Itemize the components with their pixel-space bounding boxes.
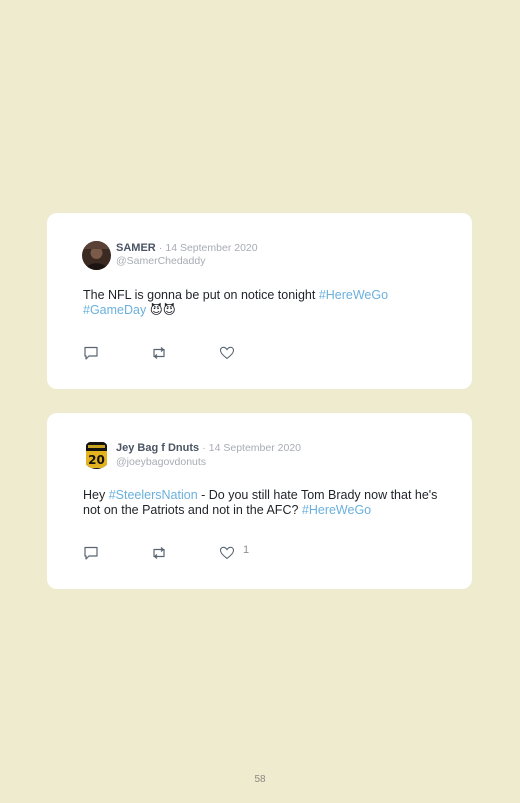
author-name[interactable]: SAMER [116,242,156,254]
tweet-text: The NFL is gonna be put on notice tonigh… [83,288,453,318]
like-icon[interactable] [219,545,235,561]
reply-icon[interactable] [83,545,99,561]
like-count: 1 [243,544,250,556]
avatar[interactable]: 20 [82,440,111,469]
page-number: 58 [254,774,266,785]
tweet-card: 20 Jey Bag f Dnuts · 14 September 2020 @… [47,413,472,589]
author-line: Jey Bag f Dnuts · 14 September 2020 [116,442,301,454]
hashtag-link[interactable]: #HereWeGo [319,288,388,302]
reply-icon[interactable] [83,345,99,361]
separator: · [158,242,163,254]
author-handle[interactable]: @SamerChedaddy [116,255,205,267]
like-icon[interactable] [219,345,235,361]
avatar-number: 20 [88,453,105,467]
separator: · [202,442,206,454]
tweet-card: SAMER · 14 September 2020 @SamerChedaddy… [47,213,472,389]
emoji-text: 😈😈 [146,303,176,317]
hashtag-link[interactable]: #GameDay [83,303,146,317]
tweet-text: Hey #SteelersNation - Do you still hate … [83,488,453,518]
hashtag-link[interactable]: #SteelersNation [109,488,198,502]
text-segment: The NFL is gonna be put on notice tonigh… [83,288,319,302]
author-name[interactable]: Jey Bag f Dnuts [116,442,199,454]
text-segment: Hey [83,488,109,502]
hashtag-link[interactable]: #HereWeGo [302,503,371,517]
retweet-icon[interactable] [150,545,168,561]
tweet-date[interactable]: 14 September 2020 [209,442,301,454]
avatar[interactable] [82,241,111,270]
tweet-date[interactable]: 14 September 2020 [165,242,257,254]
author-handle[interactable]: @joeybagovdonuts [116,456,206,468]
retweet-icon[interactable] [150,345,168,361]
author-line: SAMER · 14 September 2020 [116,242,258,254]
